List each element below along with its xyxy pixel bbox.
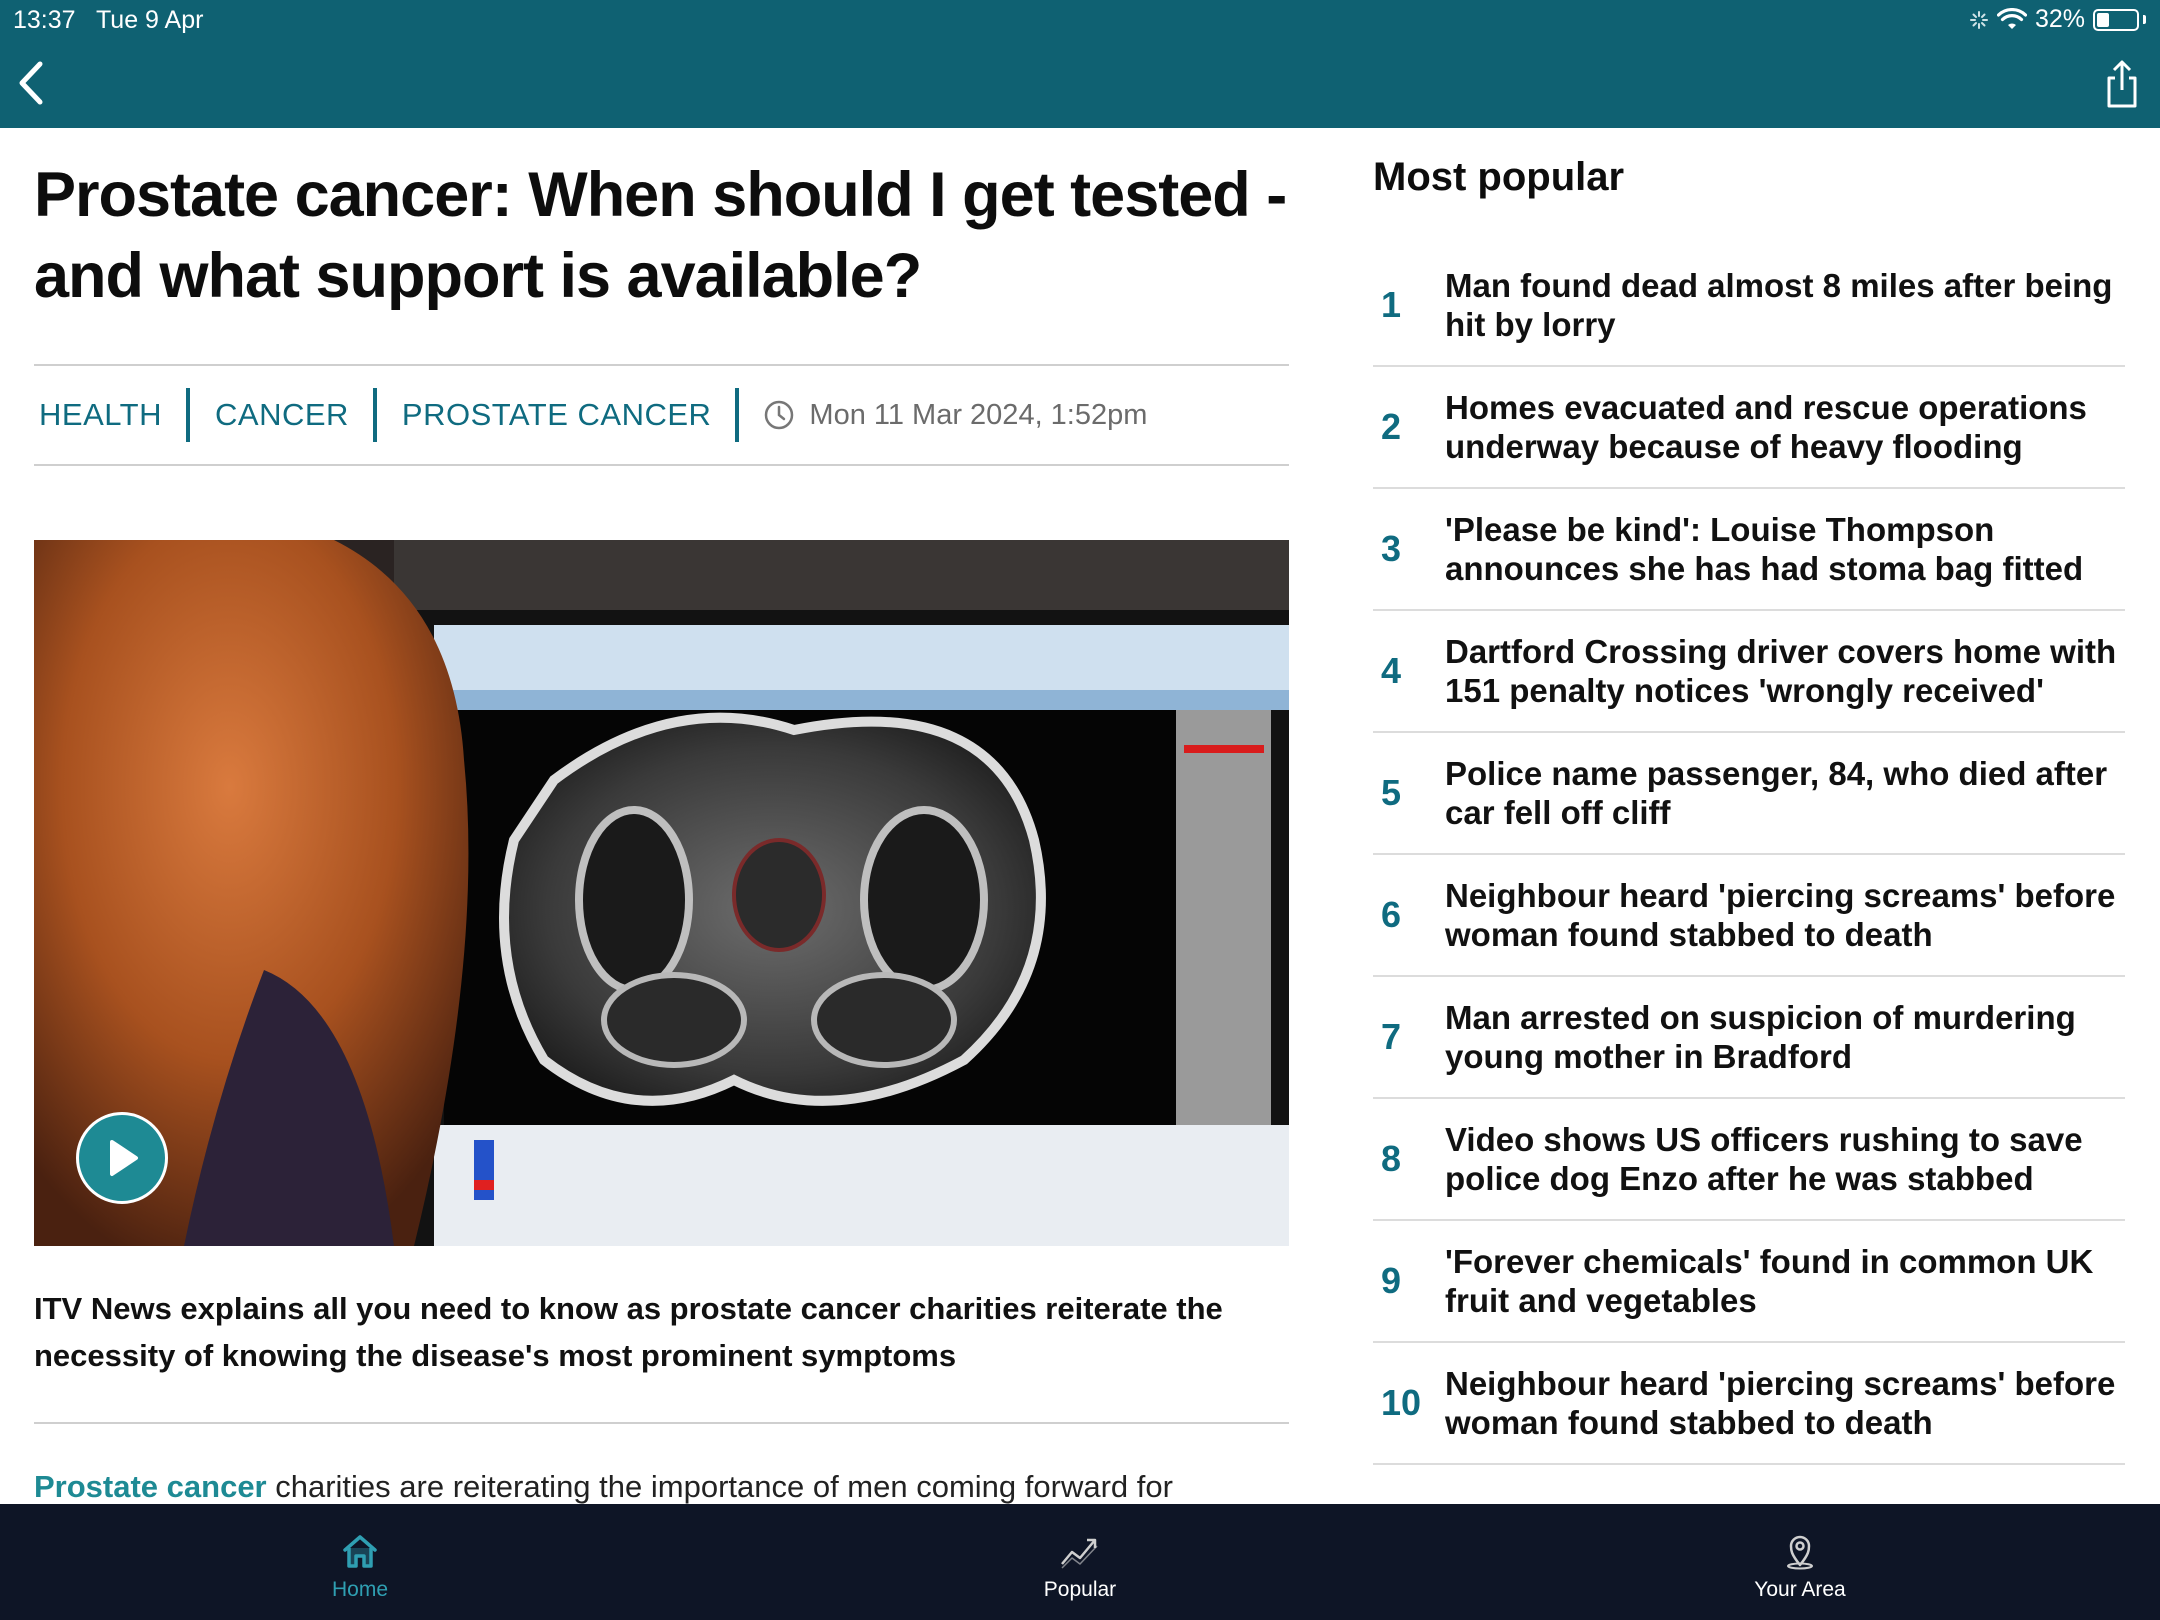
popular-rank: 7	[1381, 1016, 1402, 1057]
article-body-text: charities are reiterating the importance…	[266, 1469, 1173, 1504]
most-popular-list: 1 Man found dead almost 8 miles after bei…	[1373, 245, 2125, 1465]
popular-rank: 5	[1381, 772, 1402, 813]
back-button[interactable]	[12, 58, 52, 108]
tab-bar: Home Popular Your Area	[0, 1504, 2160, 1620]
tab-popular[interactable]: Popular	[720, 1504, 1440, 1620]
popular-item-9[interactable]: 9 'Forever chemicals' found in common UK …	[1373, 1221, 2125, 1343]
battery-icon	[2093, 8, 2139, 31]
article-date-text: Mon 11 Mar 2024, 1:52pm	[809, 398, 1148, 431]
popular-item-1[interactable]: 1 Man found dead almost 8 miles after bei…	[1373, 245, 2125, 367]
tab-popular-label: Popular	[1043, 1578, 1117, 1601]
top-bar: 13:37 Tue 9 Apr 32%	[0, 0, 2160, 128]
popular-rank: 10	[1381, 1382, 1422, 1423]
article-standfirst: ITV News explains all you need to know a…	[34, 1291, 1223, 1373]
most-popular-title: Most popular	[1373, 155, 1625, 199]
popular-headline: Video shows US officers rushing to save …	[1445, 1121, 2083, 1197]
share-button[interactable]	[2102, 58, 2142, 110]
popular-item-5[interactable]: 5 Police name passenger, 84, who died aft…	[1373, 733, 2125, 855]
clock-icon	[765, 400, 794, 430]
popular-headline: Man arrested on suspicion of murdering y…	[1445, 999, 2076, 1075]
popular-rank: 9	[1381, 1260, 1402, 1301]
popular-item-8[interactable]: 8 Video shows US officers rushing to save…	[1373, 1099, 2125, 1221]
article-date: Mon 11 Mar 2024, 1:52pm	[759, 399, 1147, 432]
popular-headline: 'Forever chemicals' found in common UK f…	[1445, 1243, 2094, 1319]
popular-item-2[interactable]: 2 Homes evacuated and rescue operations u…	[1373, 367, 2125, 489]
article-meta: HEALTH CANCER PROSTATE CANCER Mon 11 Mar…	[34, 364, 1289, 466]
popular-item-10[interactable]: 10 Neighbour heard 'piercing screams' bef…	[1373, 1343, 2125, 1465]
popular-item-7[interactable]: 7 Man arrested on suspicion of murdering …	[1373, 977, 2125, 1099]
tab-your-area[interactable]: Your Area	[1440, 1504, 2160, 1620]
battery-tip	[2143, 15, 2146, 24]
article-headline: Prostate cancer: When should I get teste…	[34, 160, 1287, 311]
chevron-left-icon	[19, 61, 43, 105]
popular-headline: Man found dead almost 8 miles after bein…	[1445, 267, 2113, 343]
play-icon	[110, 1140, 138, 1176]
popular-headline: Neighbour heard 'piercing screams' befor…	[1445, 1365, 2116, 1441]
popular-item-6[interactable]: 6 Neighbour heard 'piercing screams' befo…	[1373, 855, 2125, 977]
prostate-cancer-link[interactable]: Prostate cancer	[34, 1469, 267, 1504]
video-player[interactable]	[34, 540, 1289, 1246]
popular-headline: 'Please be kind': Louise Thompson announ…	[1445, 511, 2084, 587]
home-icon	[343, 1535, 377, 1568]
popular-rank: 8	[1381, 1138, 1402, 1179]
tag-prostate-cancer[interactable]: PROSTATE CANCER	[397, 388, 740, 442]
battery-percent: 32%	[2034, 5, 2085, 33]
popular-headline: Homes evacuated and rescue operations un…	[1445, 389, 2087, 465]
popular-headline: Dartford Crossing driver covers home wit…	[1445, 633, 2117, 709]
play-button[interactable]	[76, 1112, 168, 1204]
loading-icon	[1969, 10, 1988, 29]
status-indicators: 32%	[1969, 5, 2146, 34]
wifi-icon	[1996, 7, 2027, 29]
status-date: Tue 9 Apr	[95, 6, 204, 34]
popular-headline: Neighbour heard 'piercing screams' befor…	[1445, 877, 2116, 953]
article-body: Prostate cancer charities are reiteratin…	[34, 1465, 1289, 1509]
tab-home-label: Home	[331, 1578, 389, 1601]
tab-home[interactable]: Home	[0, 1504, 720, 1620]
location-pin-icon	[1787, 1535, 1813, 1570]
tab-your-area-label: Your Area	[1754, 1578, 1846, 1601]
popular-item-4[interactable]: 4 Dartford Crossing driver covers home wi…	[1373, 611, 2125, 733]
status-time: 13:37 Tue 9 Apr	[13, 6, 203, 35]
popular-rank: 1	[1381, 284, 1402, 325]
tag-health[interactable]: HEALTH	[34, 388, 191, 442]
popular-rank: 6	[1381, 894, 1402, 935]
share-icon	[2107, 60, 2137, 108]
section-divider	[34, 1422, 1289, 1424]
battery-level	[2097, 12, 2110, 27]
trending-icon	[1061, 1538, 1098, 1569]
popular-rank: 2	[1381, 406, 1402, 447]
video-thumbnail	[34, 540, 1289, 1246]
popular-rank: 4	[1381, 650, 1402, 691]
status-clock: 13:37	[13, 6, 76, 34]
popular-item-3[interactable]: 3 'Please be kind': Louise Thompson annou…	[1373, 489, 2125, 611]
popular-rank: 3	[1381, 528, 1402, 569]
tag-cancer[interactable]: CANCER	[210, 388, 377, 442]
popular-headline: Police name passenger, 84, who died afte…	[1445, 755, 2108, 831]
